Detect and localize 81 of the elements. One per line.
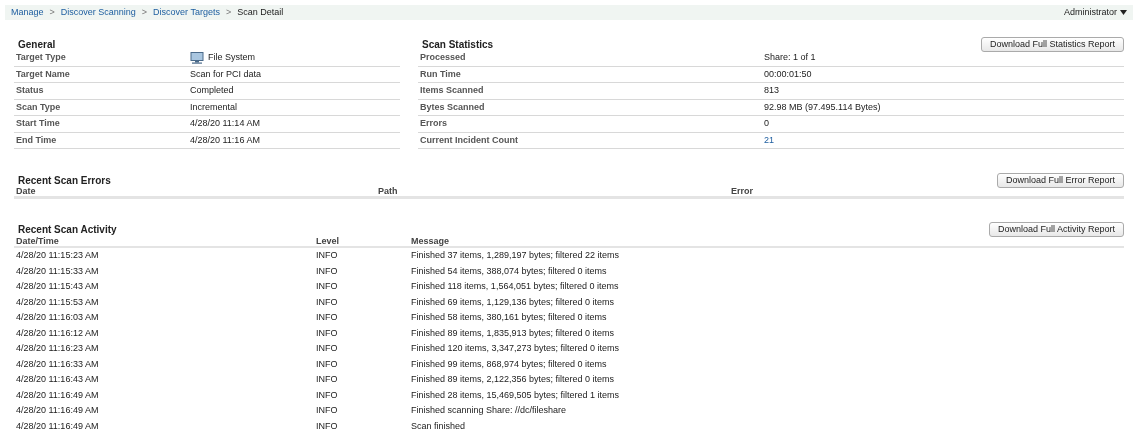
field-value: 00:00:01:50 (764, 67, 812, 81)
breadcrumb-separator: > (141, 5, 148, 19)
table-cell-text: INFO (316, 249, 339, 262)
table-cell-text: INFO (316, 311, 339, 324)
table-cell-text: 4/28/20 11:16:33 AM (15, 357, 100, 371)
table-cell-text: 4/28/20 11:16:03 AM (15, 311, 100, 324)
caret-icon (1120, 10, 1127, 15)
table-cell-text: 4/28/20 11:15:43 AM (15, 280, 100, 293)
table-cell-text: 4/28/20 11:16:49 AM (15, 404, 100, 417)
download-button[interactable]: Download Full Statistics Report (980, 37, 1124, 52)
table-cell-text: Finished 89 items, 1,835,913 bytes; filtered 0 items (411, 326, 616, 340)
table-cell-text: INFO (316, 280, 339, 293)
table-cell-text: INFO (316, 295, 339, 309)
incident-count-link[interactable]: 21 (764, 133, 774, 147)
table-cell-text: INFO (316, 264, 339, 278)
table-cell-text: INFO (316, 342, 339, 355)
table-cell-text: 4/28/20 11:15:33 AM (15, 264, 100, 278)
field-label: Bytes Scanned (419, 100, 486, 114)
column-header: Date/Time (15, 234, 60, 248)
field-value: Scan for PCI data (190, 67, 262, 81)
column-header: Error (731, 184, 754, 198)
column-header: Path (378, 184, 399, 198)
field-label: Start Time (15, 117, 61, 130)
field-label: Scan Type (15, 100, 62, 114)
table-cell-text: 4/28/20 11:15:23 AM (15, 249, 100, 262)
field-label: Run Time (419, 67, 462, 81)
field-value: File System (208, 51, 255, 64)
column-header: Level (316, 234, 340, 248)
table-cell-text: 4/28/20 11:16:49 AM (15, 419, 100, 433)
user-menu[interactable]: Administrator (1064, 5, 1127, 20)
breadcrumb-separator: > (225, 5, 232, 19)
field-value: Incremental (190, 100, 238, 114)
section-title: Recent Scan Activity (17, 223, 117, 237)
table-cell-text: 4/28/20 11:16:43 AM (15, 373, 100, 386)
field-value: Completed (190, 84, 234, 97)
table-cell-text: Finished 54 items, 388,074 bytes; filtered 0 items (411, 264, 608, 278)
field-label: End Time (15, 133, 58, 147)
field-label: Status (15, 84, 45, 97)
table-cell-text: Finished 120 items, 3,347,273 bytes; filtered 0 items (411, 342, 621, 355)
table-cell-text: INFO (316, 357, 339, 371)
table-cell-text: Finished 28 items, 15,469,505 bytes; filtered 1 items (411, 388, 621, 402)
field-label: Processed (419, 51, 467, 64)
table-cell-text: INFO (316, 388, 339, 402)
table-cell-text: Finished 89 items, 2,122,356 bytes; filtered 0 items (411, 373, 616, 386)
table-cell-text: Finished 58 items, 380,161 bytes; filtered 0 items (411, 311, 608, 324)
field-value: 0 (764, 117, 769, 130)
table-cell-text: INFO (316, 326, 339, 340)
breadcrumb-separator: > (49, 5, 55, 19)
table-cell-text: 4/28/20 11:16:49 AM (15, 388, 100, 402)
table-cell-text: Scan finished (411, 419, 467, 433)
table-cell-text: Finished 37 items, 1,289,197 bytes; filtered 22 items (411, 249, 621, 262)
field-value: Share: 1 of 1 (764, 51, 816, 64)
field-value: 813 (764, 84, 780, 97)
breadcrumb-link[interactable]: Discover Targets (153, 5, 220, 20)
field-label: Current Incident Count (419, 133, 519, 147)
table-cell-text: INFO (316, 373, 339, 386)
monitor-icon (190, 51, 204, 64)
field-label: Target Name (15, 67, 71, 81)
field-label: Items Scanned (419, 84, 485, 97)
field-value: 4/28/20 11:14 AM (190, 117, 260, 130)
table-cell-text: Finished 99 items, 868,974 bytes; filtered 0 items (411, 357, 608, 371)
column-header: Message (411, 234, 451, 248)
table-cell-text: Finished 118 items, 1,564,051 bytes; filtered 0 items (411, 280, 620, 293)
table-cell-text: 4/28/20 11:15:53 AM (15, 295, 100, 309)
table-cell-text: INFO (316, 419, 339, 433)
breadcrumb-link[interactable]: Discover Scanning (60, 5, 136, 20)
field-value: 4/28/20 11:16 AM (190, 133, 260, 147)
download-button[interactable]: Download Full Error Report (996, 172, 1124, 188)
table-cell-text: Finished scanning Share: //dc/fileshare (411, 404, 568, 417)
download-button[interactable]: Download Full Activity Report (988, 222, 1124, 237)
section-title: General (17, 39, 57, 50)
table-cell-text: INFO (316, 404, 339, 417)
field-label: Target Type (15, 51, 67, 64)
field-value: 92.98 MB (97.495.114 Bytes) (764, 100, 881, 114)
field-label: Errors (419, 117, 448, 130)
breadcrumb-link[interactable]: Manage (11, 5, 44, 20)
table-cell-text: Finished 69 items, 1,129,136 bytes; filtered 0 items (411, 295, 616, 309)
section-title: Scan Statistics (421, 38, 494, 52)
table-cell-text: 4/28/20 11:16:12 AM (15, 326, 100, 340)
breadcrumb-current: Scan Detail (237, 5, 284, 19)
table-cell-text: 4/28/20 11:16:23 AM (15, 342, 100, 355)
